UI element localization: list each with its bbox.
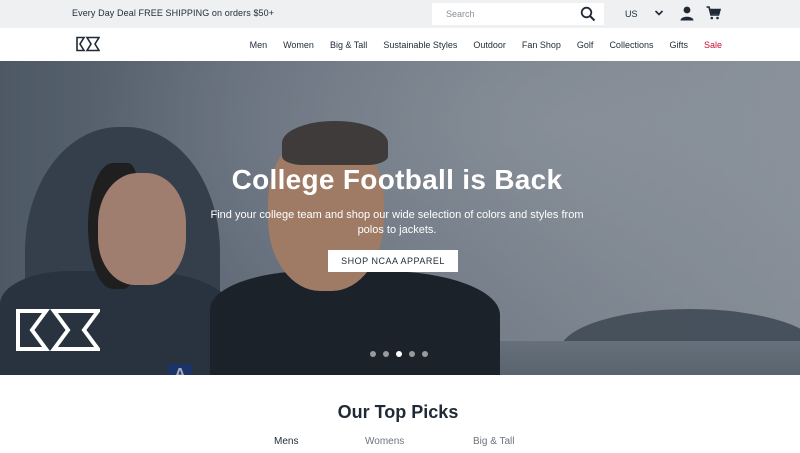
chevron-down-icon[interactable] bbox=[654, 8, 664, 18]
nav-item-women[interactable]: Women bbox=[283, 40, 314, 50]
shop-ncaa-button[interactable]: SHOP NCAA APPAREL bbox=[328, 250, 458, 272]
nav-item-fan-shop[interactable]: Fan Shop bbox=[522, 40, 561, 50]
account-icon[interactable] bbox=[680, 6, 694, 21]
search-input[interactable] bbox=[432, 3, 572, 25]
tab-big-tall[interactable]: Big & Tall bbox=[473, 436, 515, 447]
search-box bbox=[432, 3, 604, 25]
carousel-dots bbox=[370, 351, 428, 357]
brand-logo[interactable] bbox=[76, 36, 100, 52]
hero-banner[interactable]: A College Football is Back Find your col… bbox=[0, 61, 800, 375]
promo-banner[interactable]: Every Day Deal FREE SHIPPING on orders $… bbox=[72, 8, 274, 18]
nav-item-collections[interactable]: Collections bbox=[609, 40, 653, 50]
nav-item-outdoor[interactable]: Outdoor bbox=[473, 40, 506, 50]
search-icon[interactable] bbox=[580, 6, 596, 22]
nav-item-golf[interactable]: Golf bbox=[577, 40, 594, 50]
nav-item-big-tall[interactable]: Big & Tall bbox=[330, 40, 367, 50]
locale-selector[interactable]: US bbox=[625, 9, 638, 19]
carousel-dot[interactable] bbox=[409, 351, 415, 357]
carousel-dot[interactable] bbox=[422, 351, 428, 357]
main-nav: Men Women Big & Tall Sustainable Styles … bbox=[0, 28, 800, 61]
carousel-dot[interactable] bbox=[383, 351, 389, 357]
hero-title: College Football is Back bbox=[231, 164, 563, 195]
nav-item-sale[interactable]: Sale bbox=[704, 40, 722, 50]
hero-subtitle: Find your college team and shop our wide… bbox=[210, 209, 584, 236]
cart-icon[interactable] bbox=[706, 6, 721, 20]
hero-brand-logo bbox=[16, 309, 100, 351]
carousel-dot[interactable] bbox=[370, 351, 376, 357]
tab-mens[interactable]: Mens bbox=[274, 436, 298, 447]
nav-menu: Men Women Big & Tall Sustainable Styles … bbox=[234, 28, 722, 61]
carousel-dot-active[interactable] bbox=[396, 351, 402, 357]
nav-item-men[interactable]: Men bbox=[250, 40, 268, 50]
utility-bar: Every Day Deal FREE SHIPPING on orders $… bbox=[0, 0, 800, 28]
nav-item-sustainable-styles[interactable]: Sustainable Styles bbox=[383, 40, 457, 50]
nav-item-gifts[interactable]: Gifts bbox=[669, 40, 688, 50]
tab-womens[interactable]: Womens bbox=[365, 436, 404, 447]
section-title: Our Top Picks bbox=[337, 402, 459, 422]
